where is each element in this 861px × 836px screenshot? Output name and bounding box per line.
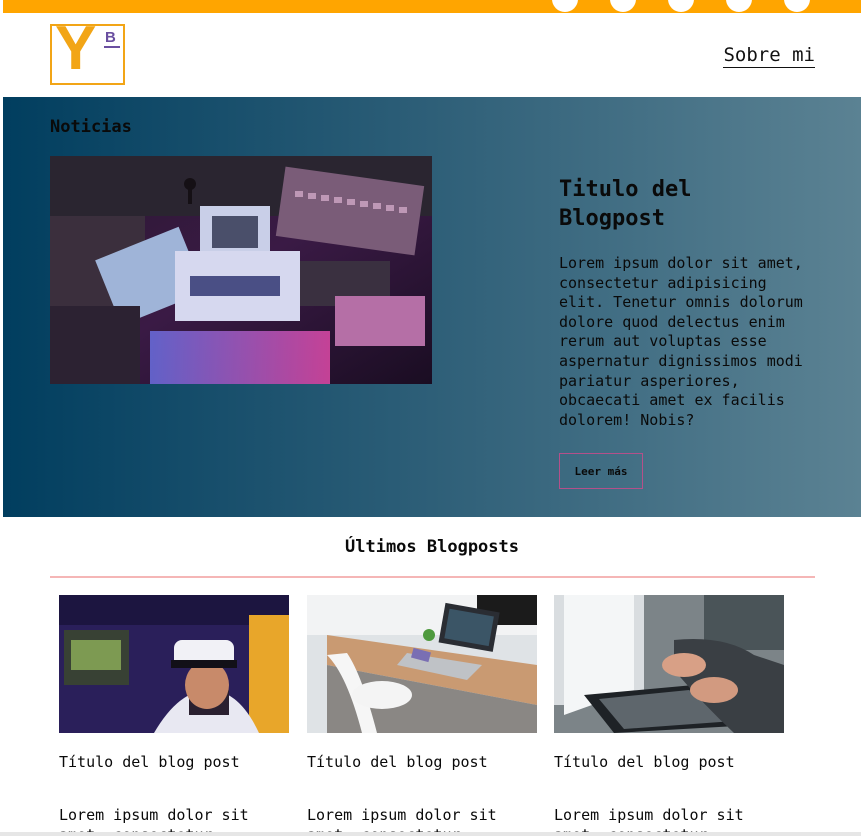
top-bar bbox=[3, 0, 861, 13]
page-bottom-edge bbox=[0, 832, 861, 836]
hero-title: Titulo del Blogpost bbox=[559, 177, 692, 231]
blog-card[interactable]: Título del blog post Lorem ipsum dolor s… bbox=[554, 595, 784, 836]
social-icon[interactable] bbox=[668, 0, 694, 12]
social-icon[interactable] bbox=[552, 0, 578, 12]
blog-card-title[interactable]: Título del blog post bbox=[59, 752, 289, 772]
read-more-button[interactable]: Leer más bbox=[559, 453, 643, 489]
section-divider bbox=[50, 576, 815, 578]
section-heading-news: Noticias bbox=[50, 117, 132, 137]
logo-superscript: B bbox=[105, 29, 116, 46]
blog-card[interactable]: Título del blog post Lorem ipsum dolor s… bbox=[307, 595, 537, 836]
page: Y B Sobre mi Noticias Titulo del Blogpos… bbox=[3, 0, 861, 836]
blog-card-title[interactable]: Título del blog post bbox=[307, 752, 537, 772]
blog-card-title[interactable]: Título del blog post bbox=[554, 752, 784, 772]
site-header: Y B Sobre mi bbox=[3, 13, 861, 97]
blog-card-image[interactable] bbox=[307, 595, 537, 733]
social-icon[interactable] bbox=[610, 0, 636, 12]
social-icon[interactable] bbox=[726, 0, 752, 12]
logo-underline bbox=[104, 46, 120, 48]
logo-letter: Y bbox=[55, 14, 97, 83]
blog-card-image[interactable] bbox=[59, 595, 289, 733]
hero-image bbox=[50, 156, 432, 384]
nav-link-about[interactable]: Sobre mi bbox=[723, 44, 815, 68]
latest-posts-title: Últimos Blogposts bbox=[345, 537, 519, 557]
blog-card[interactable]: Título del blog post Lorem ipsum dolor s… bbox=[59, 595, 289, 836]
site-logo[interactable]: Y B bbox=[50, 18, 125, 85]
social-icon[interactable] bbox=[784, 0, 810, 12]
hero-text: Lorem ipsum dolor sit amet, consectetur … bbox=[559, 254, 803, 429]
hero-section: Noticias Titulo del Blogpost Lorem ipsum… bbox=[3, 97, 861, 517]
blog-card-image[interactable] bbox=[554, 595, 784, 733]
